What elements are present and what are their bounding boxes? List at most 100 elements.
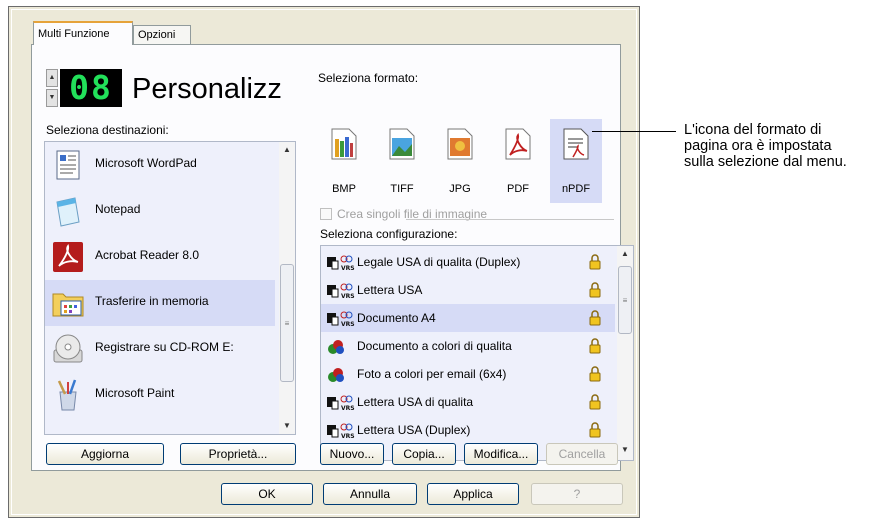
spin-up-icon[interactable]: ▲ <box>46 69 58 87</box>
format-bmp[interactable]: BMP <box>318 119 370 203</box>
format-jpg[interactable]: JPG <box>434 119 486 203</box>
callout-line <box>592 131 676 132</box>
list-item[interactable]: VRS Legale USA di qualita (Duplex) <box>321 248 615 276</box>
pdf-icon <box>505 128 531 160</box>
bw-vrs-icon: VRS <box>327 423 355 440</box>
wordpad-icon <box>56 150 80 180</box>
cancel-button[interactable]: Annulla <box>323 483 417 505</box>
destination-label: Microsoft Paint <box>95 386 175 400</box>
format-label-pdf: PDF <box>507 183 529 195</box>
callout-text: L'icona del formato di pagina ora è impo… <box>684 122 847 170</box>
lock-icon <box>589 254 601 270</box>
config-label: Documento a colori di qualita <box>357 339 512 353</box>
lock-icon <box>589 366 601 382</box>
list-item[interactable]: Notepad <box>45 188 275 234</box>
scroll-down-icon[interactable]: ▼ <box>617 442 633 458</box>
color-icon <box>328 340 344 354</box>
configuration-list[interactable]: VRS Legale USA di qualita (Duplex) VRS L… <box>320 245 634 461</box>
list-item[interactable]: Acrobat Reader 8.0 <box>45 234 275 280</box>
scroll-up-icon[interactable]: ▲ <box>617 246 633 262</box>
format-label-tiff: TIFF <box>390 183 414 195</box>
lock-icon <box>589 338 601 354</box>
npdf-icon <box>563 128 589 160</box>
list-item[interactable]: Microsoft Paint <box>45 372 275 418</box>
color-icon <box>328 368 344 382</box>
tiff-icon <box>389 128 415 160</box>
bw-vrs-icon: VRS <box>327 255 355 272</box>
bmp-icon <box>331 128 357 160</box>
spin-down-icon[interactable]: ▼ <box>46 89 58 107</box>
list-item[interactable]: VRS Lettera USA di qualita <box>321 388 615 416</box>
scrollbar-thumb[interactable]: ≡ <box>280 264 294 382</box>
format-selector[interactable]: BMP TIFF JPG PDF nPDF <box>318 119 608 203</box>
bw-vrs-icon: VRS <box>327 283 355 300</box>
format-tiff[interactable]: TIFF <box>376 119 428 203</box>
scrollbar-thumb[interactable]: ≡ <box>618 266 632 334</box>
new-button[interactable]: Nuovo... <box>320 443 384 465</box>
scroll-up-icon[interactable]: ▲ <box>279 142 295 158</box>
notepad-icon <box>56 197 80 227</box>
svg-text:VRS: VRS <box>341 265 355 272</box>
list-item[interactable]: Foto a colori per email (6x4) <box>321 360 615 388</box>
lock-icon <box>589 394 601 410</box>
list-item[interactable]: Documento a colori di qualita <box>321 332 615 360</box>
svg-text:VRS: VRS <box>341 321 355 328</box>
tab-opzioni[interactable]: Opzioni <box>133 25 191 45</box>
config-label: Lettera USA di qualita <box>357 395 474 409</box>
destination-label: Notepad <box>95 202 141 216</box>
format-label-bmp: BMP <box>332 183 356 195</box>
destination-label: Trasferire in memoria <box>95 294 209 308</box>
copy-button[interactable]: Copia... <box>392 443 456 465</box>
config-label: Documento A4 <box>357 311 436 325</box>
destination-label: Microsoft WordPad <box>95 156 197 170</box>
help-button[interactable]: ? <box>531 483 623 505</box>
one-touch-properties-dialog: Multi Funzione Opzioni ▲ ▼ 08 Personaliz… <box>8 6 640 518</box>
apply-button[interactable]: Applica <box>427 483 519 505</box>
list-item[interactable]: VRS Documento A4 <box>321 304 615 332</box>
destination-list[interactable]: Microsoft WordPad Notepad Acrobat Reader… <box>44 141 296 435</box>
ok-button[interactable]: OK <box>221 483 313 505</box>
profile-name: Personalizz <box>132 73 282 105</box>
configuration-label: Seleziona configurazione: <box>320 227 458 241</box>
paint-icon <box>57 379 77 411</box>
list-item[interactable]: VRS Lettera USA (Duplex) <box>321 416 615 444</box>
list-item[interactable]: Trasferire in memoria <box>45 280 275 326</box>
list-item[interactable]: Microsoft WordPad <box>45 142 275 188</box>
acrobat-icon <box>53 242 83 272</box>
destination-label: Acrobat Reader 8.0 <box>95 248 200 262</box>
list-item[interactable]: Registrare su CD-ROM E: <box>45 326 275 372</box>
delete-button[interactable]: Cancella <box>546 443 618 465</box>
svg-text:VRS: VRS <box>341 433 355 440</box>
list-item[interactable]: VRS Lettera USA <box>321 276 615 304</box>
folder-icon <box>52 293 84 317</box>
svg-text:VRS: VRS <box>341 405 355 412</box>
properties-button[interactable]: Proprietà... <box>180 443 296 465</box>
destination-label: Registrare su CD-ROM E: <box>95 340 234 354</box>
bw-vrs-icon: VRS <box>327 395 355 412</box>
svg-text:VRS: VRS <box>341 293 355 300</box>
button-number-spinner[interactable]: ▲ ▼ <box>46 69 58 107</box>
destination-scrollbar[interactable]: ▲ ≡ ▼ <box>279 142 295 434</box>
format-pdf[interactable]: PDF <box>492 119 544 203</box>
edit-button[interactable]: Modifica... <box>464 443 538 465</box>
separator <box>406 219 614 220</box>
format-label-jpg: JPG <box>449 183 471 195</box>
config-label: Lettera USA <box>357 283 423 297</box>
lock-icon <box>589 422 601 438</box>
configuration-scrollbar[interactable]: ▲ ≡ ▼ <box>617 246 633 460</box>
format-label-npdf: nPDF <box>561 183 591 195</box>
refresh-button[interactable]: Aggiorna <box>46 443 164 465</box>
destinations-label: Seleziona destinazioni: <box>46 123 169 137</box>
scroll-down-icon[interactable]: ▼ <box>279 418 295 434</box>
config-label: Legale USA di qualita (Duplex) <box>357 255 521 269</box>
lock-icon <box>589 282 601 298</box>
single-files-checkbox[interactable] <box>320 208 332 220</box>
format-label: Seleziona formato: <box>318 71 419 85</box>
button-number-display: 08 <box>60 69 122 107</box>
cd-icon <box>53 334 83 363</box>
jpg-icon <box>447 128 473 160</box>
config-label: Foto a colori per email (6x4) <box>357 367 507 381</box>
tab-multi-funzione[interactable]: Multi Funzione <box>33 21 133 45</box>
tab-panel: ▲ ▼ 08 Personalizz Seleziona destinazion… <box>31 44 634 471</box>
bw-vrs-icon: VRS <box>327 311 355 328</box>
